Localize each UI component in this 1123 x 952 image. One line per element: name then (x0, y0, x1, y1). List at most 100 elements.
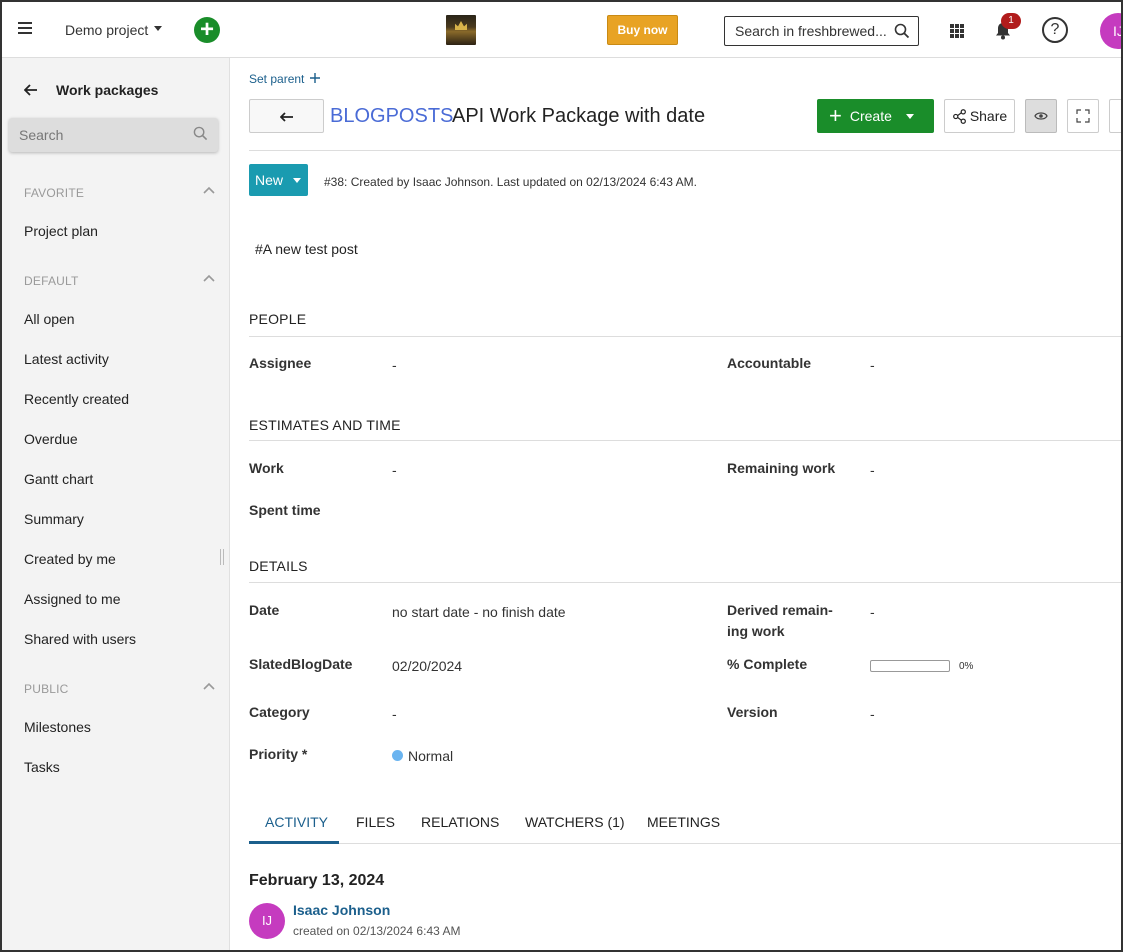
more-actions-button[interactable] (1109, 99, 1121, 133)
caret-down-icon (905, 113, 914, 119)
section-divider (249, 440, 1121, 441)
priority-value[interactable]: Normal (408, 748, 453, 764)
share-label: Share (969, 108, 1008, 124)
sidebar-back[interactable]: Work packages (24, 82, 158, 98)
assignee-value[interactable]: - (392, 357, 397, 373)
priority-color-dot (392, 750, 403, 761)
create-button[interactable]: + Create (817, 99, 934, 133)
project-selector[interactable]: Demo project (65, 22, 163, 38)
remaining-work-value[interactable]: - (870, 462, 875, 478)
hamburger-menu-icon[interactable] (18, 22, 32, 34)
watch-button[interactable] (1025, 99, 1057, 133)
priority-label: Priority * (249, 746, 308, 762)
accountable-label: Accountable (727, 355, 812, 371)
search-icon[interactable] (894, 23, 910, 39)
expand-icon (1076, 109, 1090, 123)
date-value[interactable]: no start date - no finish date (392, 604, 566, 620)
derived-remaining-value: - (870, 604, 875, 620)
detail-tabs: ACTIVITY FILES RELATIONS WATCHERS (1) ME… (249, 803, 1121, 844)
sidebar-item-shared-with-users[interactable]: Shared with users (24, 631, 136, 647)
global-search-input[interactable]: Search in freshbrewed... (724, 16, 919, 46)
top-header: Demo project + Buy now Search in freshbr… (2, 2, 1121, 58)
sidebar-section-favorite[interactable]: FAVORITE (24, 186, 219, 200)
derived-remaining-label-1: Derived remain- (727, 602, 833, 618)
section-title: PUBLIC (24, 682, 69, 696)
accountable-value[interactable]: - (870, 357, 875, 373)
category-value[interactable]: - (392, 706, 397, 722)
sidebar-item-summary[interactable]: Summary (24, 511, 84, 527)
create-label: Create (849, 108, 892, 124)
set-parent-label: Set parent (249, 72, 305, 86)
sidebar-item-recently-created[interactable]: Recently created (24, 391, 129, 407)
sidebar-search-input[interactable]: Search (9, 118, 218, 152)
eye-icon (1034, 112, 1048, 120)
version-label: Version (727, 704, 778, 720)
arrow-left-icon[interactable] (24, 84, 38, 96)
arrow-left-icon (279, 112, 293, 122)
work-package-subject[interactable]: API Work Package with date (452, 105, 705, 128)
set-parent-link[interactable]: Set parent (249, 72, 320, 86)
sidebar-title: Work packages (56, 82, 159, 98)
tab-files[interactable]: FILES (356, 814, 395, 830)
sidebar-section-default[interactable]: DEFAULT (24, 274, 219, 288)
chevron-up-icon[interactable] (203, 186, 215, 194)
sidebar-resize-handle[interactable] (220, 549, 224, 565)
back-button[interactable] (249, 99, 324, 133)
sidebar-item-tasks[interactable]: Tasks (24, 759, 60, 775)
sidebar-item-overdue[interactable]: Overdue (24, 431, 78, 447)
section-divider (249, 582, 1121, 583)
activity-text: created on 02/13/2024 6:43 AM (293, 924, 461, 938)
help-icon[interactable]: ? (1042, 17, 1068, 43)
category-label: Category (249, 704, 310, 720)
sidebar-item-gantt-chart[interactable]: Gantt chart (24, 471, 93, 487)
slated-blog-date-value[interactable]: 02/20/2024 (392, 658, 462, 674)
share-button[interactable]: Share (944, 99, 1015, 133)
progress-bar[interactable] (870, 660, 950, 672)
work-package-type[interactable]: BLOGPOSTS (330, 105, 453, 128)
header-divider (249, 150, 1121, 151)
sidebar-item-assigned-to-me[interactable]: Assigned to me (24, 591, 121, 607)
tab-meetings[interactable]: MEETINGS (647, 814, 720, 830)
user-avatar[interactable]: IJ (1100, 13, 1121, 49)
project-name: Demo project (65, 22, 149, 38)
spent-time-label: Spent time (249, 502, 321, 518)
tab-relations[interactable]: RELATIONS (421, 814, 499, 830)
derived-remaining-label-2: ing work (727, 623, 785, 639)
tab-watchers[interactable]: WATCHERS (1) (525, 814, 625, 830)
work-package-meta: #38: Created by Isaac Johnson. Last upda… (324, 175, 697, 189)
activity-user-avatar[interactable]: IJ (249, 903, 285, 939)
activity-user-name[interactable]: Isaac Johnson (293, 902, 390, 918)
plus-icon (309, 73, 320, 83)
share-icon (952, 108, 966, 124)
sidebar-item-latest-activity[interactable]: Latest activity (24, 351, 109, 367)
work-value[interactable]: - (392, 462, 397, 478)
sidebar-item-all-open[interactable]: All open (24, 311, 75, 327)
chevron-up-icon[interactable] (203, 274, 215, 282)
caret-down-icon (154, 25, 163, 31)
percent-complete-value: 0% (959, 661, 974, 672)
version-value[interactable]: - (870, 706, 875, 722)
search-icon (193, 126, 208, 141)
fullscreen-button[interactable] (1067, 99, 1099, 133)
sidebar-section-public[interactable]: PUBLIC (24, 682, 219, 696)
section-title: FAVORITE (24, 186, 85, 200)
description[interactable]: #A new test post (255, 241, 358, 257)
sidebar: Work packages Search FAVORITE Project pl… (2, 58, 230, 950)
buy-now-button[interactable]: Buy now (607, 15, 678, 45)
chevron-up-icon[interactable] (203, 682, 215, 690)
sidebar-item-project-plan[interactable]: Project plan (24, 223, 98, 239)
app-logo[interactable] (446, 15, 476, 45)
quick-add-button[interactable]: + (194, 17, 220, 43)
section-divider (249, 336, 1121, 337)
status-label: New (255, 172, 284, 188)
sidebar-item-milestones[interactable]: Milestones (24, 719, 91, 735)
section-details: DETAILS (249, 558, 308, 574)
modules-grid-icon[interactable] (950, 24, 964, 38)
tab-activity[interactable]: ACTIVITY (265, 814, 328, 830)
sidebar-item-created-by-me[interactable]: Created by me (24, 551, 116, 567)
notification-badge: 1 (1001, 13, 1021, 29)
activity-date: February 13, 2024 (249, 872, 385, 889)
status-dropdown[interactable]: New (249, 164, 308, 196)
section-estimates: ESTIMATES AND TIME (249, 417, 401, 433)
assignee-label: Assignee (249, 355, 312, 371)
